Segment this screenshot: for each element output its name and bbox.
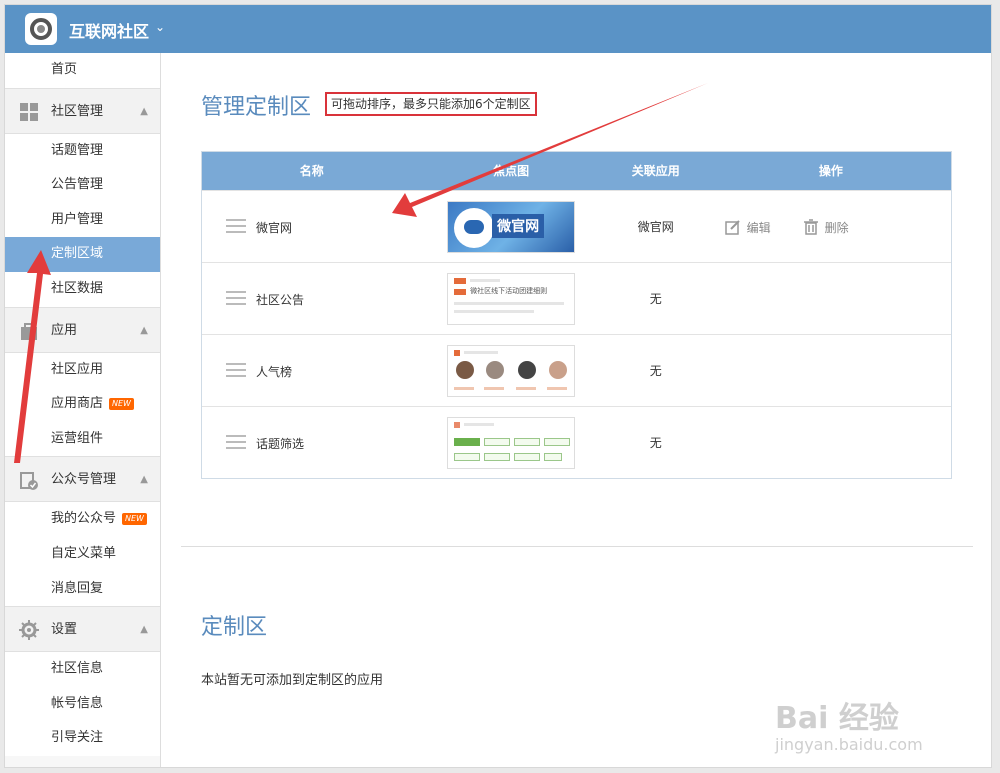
column-header-linked-app: 关联应用 [631, 164, 680, 178]
sidebar-item-app-store[interactable]: 应用商店 NEW [5, 387, 160, 422]
sidebar-group-label: 应用 [51, 322, 78, 338]
drag-handle-icon[interactable] [226, 218, 246, 233]
sidebar-item-community-data[interactable]: 社区数据 [5, 271, 160, 307]
sidebar-group-apps[interactable]: 应用 ▲ [5, 306, 160, 353]
sidebar-group-label: 设置 [51, 622, 78, 638]
sidebar-item-auto-reply[interactable]: 消息回复 [5, 571, 160, 607]
sidebar-group-label: 社区管理 [51, 103, 104, 119]
sidebar-item-community-apps[interactable]: 社区应用 [5, 352, 160, 388]
caret-up-icon: ▲ [140, 105, 148, 117]
focus-image-thumbnail [447, 344, 576, 397]
linked-app: 微官网 [637, 220, 674, 234]
gear-icon [19, 620, 39, 641]
linked-app: 无 [649, 364, 662, 378]
sidebar-item-follow-guide[interactable]: 引导关注 [5, 721, 160, 756]
sidebar: 首页 社区管理 ▲ 话题管理 公告管理 用户管理 定制区域 社区数据 应用 ▲ … [5, 53, 161, 767]
sidebar-group-settings[interactable]: 设置 ▲ [5, 606, 160, 653]
empty-state-text: 本站暂无可添加到定制区的应用 [201, 673, 384, 688]
main-content: 管理定制区 可拖动排序，最多只能添加6个定制区 名称 焦点图 关联应用 操作 微… [181, 53, 973, 767]
sidebar-item-my-accounts[interactable]: 我的公众号 NEW [5, 502, 160, 537]
trash-icon [803, 218, 818, 235]
focus-image-thumbnail: 微官网 [447, 200, 576, 253]
section-divider [181, 546, 973, 547]
table-row[interactable]: 微官网 微官网 微官网 编辑 删除 [202, 190, 951, 262]
sidebar-item-label: 我的公众号 [51, 511, 117, 527]
table-row[interactable]: 社区公告 微社区线下活动团建细则 无 [202, 262, 951, 334]
sidebar-item-home[interactable]: 首页 [5, 53, 160, 88]
custom-zone-table: 名称 焦点图 关联应用 操作 微官网 微官网 微官网 编辑 删除 社区公告 微社… [201, 151, 952, 479]
sidebar-item-custom-zone[interactable]: 定制区域 [5, 237, 160, 272]
sidebar-item-custom-menu[interactable]: 自定义菜单 [5, 536, 160, 572]
drag-handle-icon[interactable] [226, 290, 246, 305]
linked-app: 无 [649, 292, 662, 306]
baidu-watermark-url: jingyan.baidu.com [775, 735, 923, 754]
section-title: 定制区 [201, 615, 268, 640]
sidebar-item-label: 应用商店 [51, 396, 104, 412]
chevron-down-icon[interactable]: ⌄ [155, 20, 165, 34]
sidebar-item-topics[interactable]: 话题管理 [5, 133, 160, 169]
community-name[interactable]: 互联网社区 [69, 18, 149, 42]
sidebar-item-account-info[interactable]: 帐号信息 [5, 686, 160, 722]
edit-icon [724, 219, 740, 235]
caret-up-icon: ▲ [140, 324, 148, 336]
linked-app: 无 [649, 436, 662, 450]
new-badge: NEW [109, 397, 134, 410]
caret-up-icon: ▲ [140, 474, 148, 486]
page-title: 管理定制区 [201, 95, 312, 120]
drag-handle-icon[interactable] [226, 362, 246, 377]
table-header: 名称 焦点图 关联应用 操作 [202, 152, 951, 190]
row-name: 人气榜 [256, 364, 293, 379]
sidebar-group-official-accounts[interactable]: 公众号管理 ▲ [5, 456, 160, 503]
sidebar-group-label: 公众号管理 [51, 472, 117, 488]
edit-button[interactable]: 编辑 [724, 219, 771, 236]
sidebar-item-operation-widgets[interactable]: 运营组件 [5, 421, 160, 457]
column-header-actions: 操作 [818, 164, 843, 178]
drag-handle-icon[interactable] [226, 434, 246, 449]
app-window: 互联网社区 ⌄ 首页 社区管理 ▲ 话题管理 公告管理 用户管理 定制区域 社区… [4, 4, 992, 768]
community-logo-icon[interactable] [25, 13, 57, 45]
row-name: 社区公告 [256, 292, 305, 307]
top-bar: 互联网社区 ⌄ [5, 5, 991, 53]
focus-image-thumbnail: 微社区线下活动团建细则 [447, 272, 576, 325]
column-header-name: 名称 [299, 164, 324, 178]
clipboard-check-icon [20, 472, 38, 491]
sidebar-item-notices[interactable]: 公告管理 [5, 168, 160, 203]
sort-hint: 可拖动排序，最多只能添加6个定制区 [325, 92, 537, 116]
baidu-watermark: Bai 经验 [775, 701, 899, 736]
caret-up-icon: ▲ [140, 624, 148, 636]
row-name: 微官网 [256, 220, 293, 235]
column-header-focus-image: 焦点图 [493, 164, 530, 178]
new-badge: NEW [122, 512, 147, 525]
bag-icon [21, 322, 37, 340]
table-row[interactable]: 话题筛选 无 [202, 406, 951, 478]
delete-button[interactable]: 删除 [803, 218, 849, 236]
row-name: 话题筛选 [256, 436, 305, 451]
table-row[interactable]: 人气榜 无 [202, 334, 951, 406]
sidebar-item-community-info[interactable]: 社区信息 [5, 652, 160, 687]
sidebar-group-community[interactable]: 社区管理 ▲ [5, 87, 160, 134]
sidebar-item-users[interactable]: 用户管理 [5, 202, 160, 238]
focus-image-thumbnail [447, 416, 576, 469]
grid-icon [20, 102, 38, 121]
